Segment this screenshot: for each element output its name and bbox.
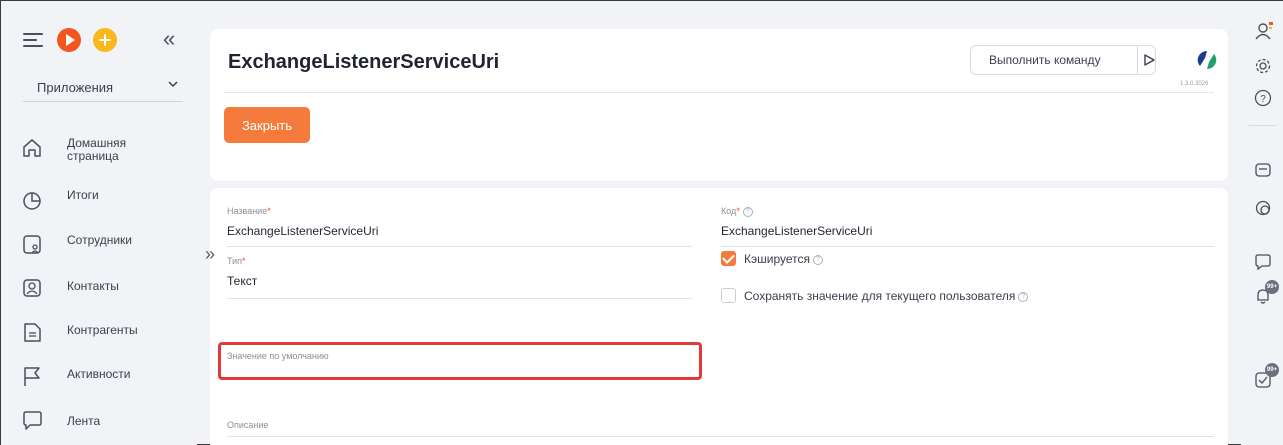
app-select[interactable]: Приложения [23,74,183,102]
version-label: 1.3.0.3026 [1180,81,1209,87]
expand-panel-icon[interactable]: » [205,244,215,265]
sidebar-item-feed[interactable]: Лента [21,405,191,439]
contact-icon [21,277,43,299]
name-field[interactable]: Название* ExchangeListenerServiceUri [227,206,692,248]
chat-bubbles-icon[interactable] [1254,199,1272,217]
code-label: Код*? [721,206,753,217]
name-label: Название* [227,206,271,216]
field-underline [227,436,1214,437]
header-card: ExchangeListenerServiceUri Выполнить ком… [210,29,1228,181]
pie-chart-icon [21,189,43,211]
employees-icon [21,233,43,255]
left-sidebar: « Приложения Домашняя страница Итоги Сотр… [1,1,197,445]
help-icon[interactable]: ? [1254,89,1272,107]
sidebar-item-label: Контакты [67,279,119,293]
sidebar-item-totals[interactable]: Итоги [21,185,191,219]
mail-icon[interactable] [1254,161,1272,179]
svg-text:?: ? [1260,94,1266,105]
cached-label: Кэшируется? [744,252,823,266]
chat-icon [21,409,43,431]
page-title: ExchangeListenerServiceUri [228,51,500,73]
highlight-box [218,342,702,380]
collapse-sidebar-icon[interactable]: « [163,27,175,51]
logo-icon [1196,49,1218,71]
description-field[interactable]: Описание [227,420,692,445]
sidebar-item-label: Сотрудники [67,233,132,247]
divider [1249,125,1277,126]
cached-checkbox[interactable] [721,251,736,266]
gear-icon[interactable] [1254,57,1272,75]
sidebar-top-bar: « [23,27,183,55]
run-process-icon[interactable] [57,28,81,52]
notifications-badge: 99+ [1265,280,1279,294]
divider [224,92,1214,93]
description-label: Описание [227,420,269,430]
field-underline [721,246,1214,247]
sidebar-item-activities[interactable]: Активности [21,361,191,395]
field-underline [227,246,692,247]
command-input[interactable]: Выполнить команду [970,45,1156,75]
tasks-badge: 99+ [1265,363,1279,377]
save-for-user-label: Сохранять значение для текущего пользова… [744,289,1029,303]
divider [1137,46,1138,74]
sidebar-item-label: Итоги [67,188,99,202]
play-icon[interactable] [1142,53,1156,67]
document-icon [21,321,43,343]
help-icon[interactable]: ? [812,254,823,265]
field-underline [227,298,692,299]
code-field[interactable]: Код*? ExchangeListenerServiceUri [721,206,1214,248]
save-for-user-checkbox[interactable] [721,288,736,303]
name-value: ExchangeListenerServiceUri [227,224,379,238]
home-icon [21,137,43,159]
chevron-down-icon [167,78,179,93]
type-field[interactable]: Тип* Текст [227,256,692,299]
app-select-label: Приложения [37,80,114,95]
code-value: ExchangeListenerServiceUri [721,224,873,238]
sidebar-item-label: Контрагенты [67,323,138,337]
flag-icon [21,365,43,387]
message-icon[interactable] [1254,253,1272,271]
right-rail: ? 99+ 99+ [1241,1,1283,445]
command-placeholder: Выполнить команду [989,53,1101,67]
profile-icon[interactable] [1254,21,1273,40]
menu-icon[interactable] [23,33,43,47]
sidebar-item-employees[interactable]: Сотрудники [21,229,191,263]
type-value: Текст [227,274,258,288]
add-icon[interactable] [93,28,117,52]
sidebar-item-accounts[interactable]: Контрагенты [21,317,191,351]
close-button[interactable]: Закрыть [224,107,310,143]
sidebar-item-contacts[interactable]: Контакты [21,273,191,307]
sidebar-item-home[interactable]: Домашняя страница [21,133,191,167]
help-icon[interactable]: ? [742,206,753,217]
sidebar-item-label: Лента [67,414,101,428]
help-icon[interactable]: ? [1018,291,1029,302]
type-label: Тип* [227,256,246,266]
form-card: Название* ExchangeListenerServiceUri Код… [210,188,1228,445]
sidebar-item-label: Домашняя страница [67,136,127,163]
sidebar-item-label: Активности [67,367,131,381]
